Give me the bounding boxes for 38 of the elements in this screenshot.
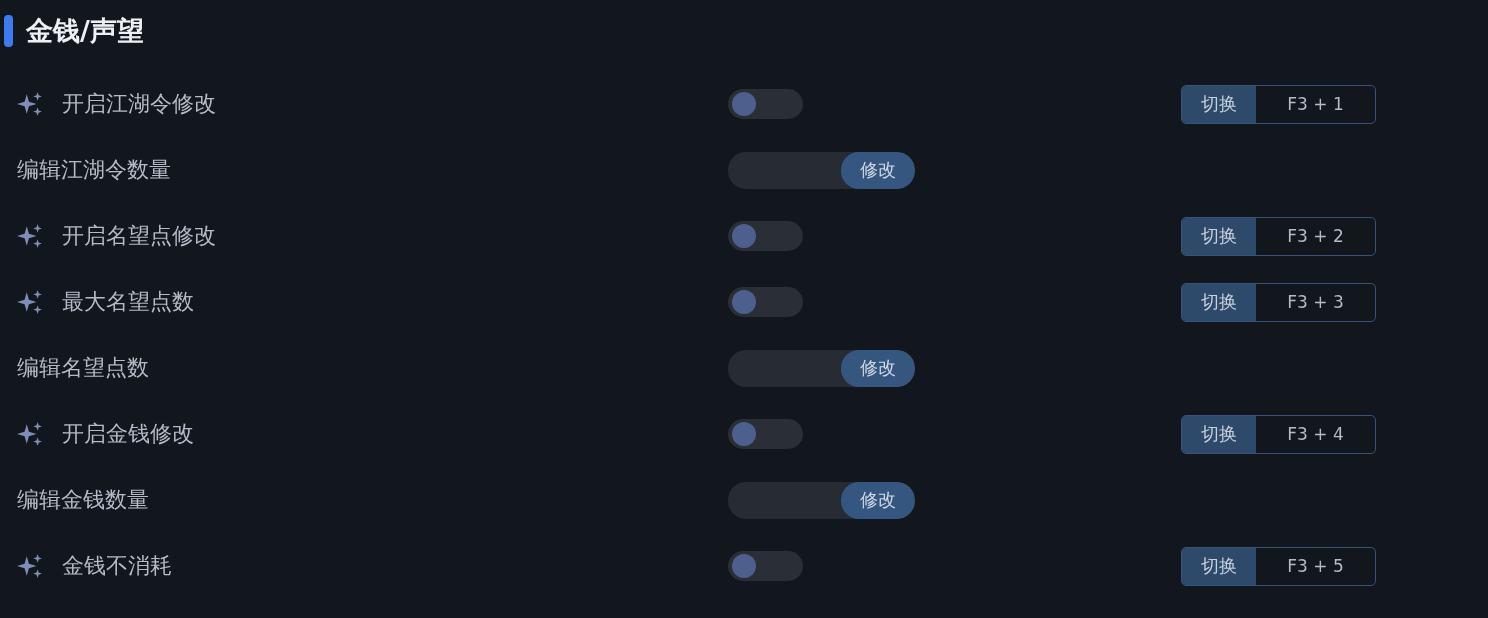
toggle-switch[interactable] <box>728 89 803 119</box>
apply-button[interactable]: 修改 <box>841 349 915 387</box>
sparkle-icon <box>17 223 43 249</box>
setting-label: 开启金钱修改 <box>62 420 194 448</box>
apply-button[interactable]: 修改 <box>841 151 915 189</box>
setting-label: 编辑金钱数量 <box>17 486 149 514</box>
hotkey-value: F3 + 2 <box>1286 225 1345 248</box>
sparkle-icon <box>17 553 43 579</box>
apply-button[interactable]: 修改 <box>841 481 915 519</box>
setting-label: 编辑江湖令数量 <box>17 156 171 184</box>
toggle-switch[interactable] <box>728 551 803 581</box>
hotkey-mode-label: 切换 <box>1182 85 1256 123</box>
hotkey-value: F3 + 5 <box>1286 555 1345 578</box>
hotkey-mode-label: 切换 <box>1182 415 1256 453</box>
hotkey-binding[interactable]: 切换 F3 + 3 <box>1181 282 1376 322</box>
sparkle-icon <box>17 91 43 117</box>
hotkey-mode-label: 切换 <box>1182 283 1256 321</box>
section-title: 金钱/声望 <box>26 14 144 48</box>
hotkey-value: F3 + 1 <box>1286 93 1345 116</box>
hotkey-value: F3 + 3 <box>1286 291 1345 314</box>
hotkey-binding[interactable]: 切换 F3 + 5 <box>1181 546 1376 586</box>
sparkle-icon <box>17 421 43 447</box>
accent-bar <box>4 15 13 47</box>
toggle-switch[interactable] <box>728 419 803 449</box>
toggle-switch[interactable] <box>728 287 803 317</box>
toggle-switch[interactable] <box>728 221 803 251</box>
setting-label: 编辑名望点数 <box>17 354 149 382</box>
setting-label: 最大名望点数 <box>62 288 194 316</box>
setting-label: 开启名望点修改 <box>62 222 216 250</box>
setting-label: 金钱不消耗 <box>62 552 172 580</box>
setting-label: 开启江湖令修改 <box>62 90 216 118</box>
hotkey-mode-label: 切换 <box>1182 217 1256 255</box>
sparkle-icon <box>17 289 43 315</box>
hotkey-binding[interactable]: 切换 F3 + 1 <box>1181 84 1376 124</box>
hotkey-mode-label: 切换 <box>1182 547 1256 585</box>
hotkey-binding[interactable]: 切换 F3 + 2 <box>1181 216 1376 256</box>
hotkey-binding[interactable]: 切换 F3 + 4 <box>1181 414 1376 454</box>
hotkey-value: F3 + 4 <box>1286 423 1345 446</box>
